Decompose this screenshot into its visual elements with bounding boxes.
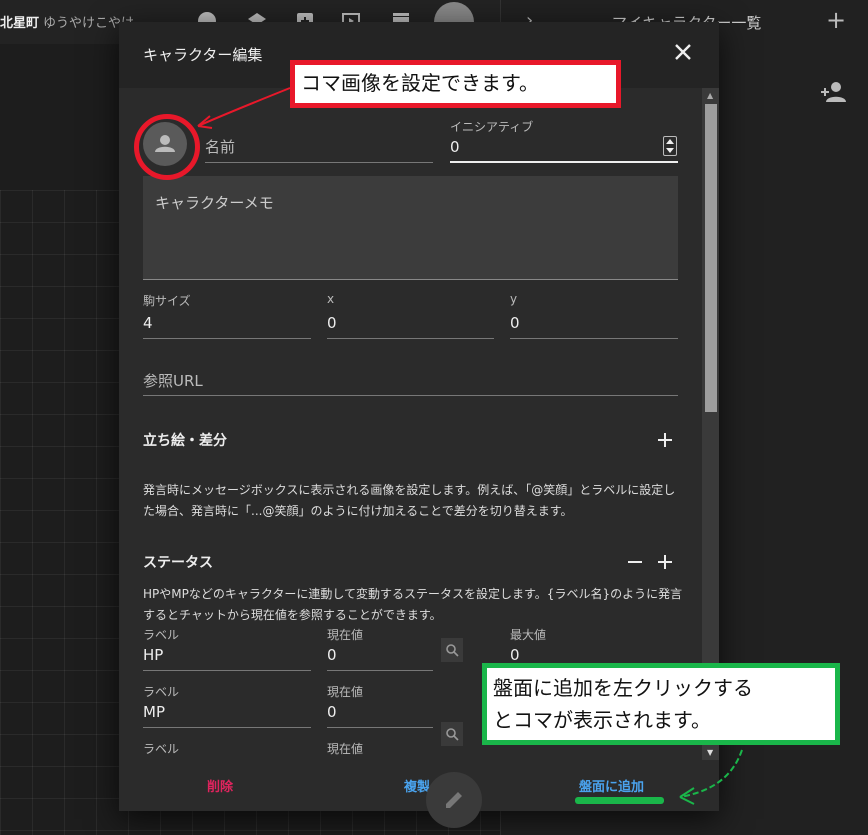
status-label-header: ラベル	[143, 742, 180, 756]
status-current-input[interactable]: 0	[327, 646, 337, 664]
name-input[interactable]: 名前	[205, 136, 235, 157]
annotation-green-callout: 盤面に追加を左クリックする とコマが表示されます。	[482, 663, 840, 745]
url-underline	[143, 395, 678, 396]
plus-icon[interactable]	[655, 552, 675, 572]
annotation-red-circle	[134, 114, 200, 180]
status-label-header: ラベル	[143, 628, 180, 642]
status-current-header: 現在値	[327, 742, 364, 756]
initiative-label: イニシアティブ	[450, 120, 534, 134]
status-section-title: ステータス	[143, 555, 213, 571]
close-icon[interactable]	[671, 40, 695, 64]
scroll-down-icon[interactable]: ▼	[707, 748, 713, 757]
y-label: y	[510, 292, 518, 306]
magnify-icon[interactable]	[441, 722, 463, 746]
initiative-spinner[interactable]	[663, 136, 677, 156]
status-label-header: ラベル	[143, 685, 180, 699]
annotation-red-callout: コマ画像を設定できます。	[290, 60, 621, 108]
add-user-icon[interactable]	[820, 80, 848, 104]
plus-icon[interactable]	[655, 430, 675, 450]
initiative-underline	[450, 161, 678, 163]
size-label: 駒サイズ	[143, 294, 191, 308]
status-max-input[interactable]: 0	[510, 646, 520, 664]
annotation-green-line1: 盤面に追加を左クリックする	[493, 676, 753, 700]
delete-button[interactable]: 削除	[207, 776, 233, 795]
annotation-green-underline	[575, 797, 664, 804]
name-underline	[205, 162, 433, 163]
dialog-title: キャラクター編集	[143, 46, 263, 64]
status-label-input[interactable]: HP	[143, 646, 163, 664]
status-current-input[interactable]: 0	[327, 703, 337, 721]
status-label-input[interactable]: MP	[143, 703, 165, 721]
table-row	[327, 670, 433, 671]
x-input[interactable]: 0	[327, 314, 337, 332]
status-current-header: 現在値	[327, 628, 364, 642]
minus-icon[interactable]	[625, 552, 645, 572]
table-row	[143, 670, 311, 671]
memo-placeholder: キャラクターメモ	[155, 194, 274, 212]
status-description: HPやMPなどのキャラクターに連動して変動するステータスを設定します。{ラベル名…	[143, 587, 683, 622]
room-title: 北星町 ゆうやけこやけ	[0, 12, 134, 31]
magnify-icon[interactable]	[441, 638, 463, 662]
scroll-up-icon[interactable]: ▲	[707, 91, 713, 100]
x-label: x	[327, 292, 335, 306]
add-to-board-button[interactable]: 盤面に追加	[579, 776, 644, 795]
memo-textarea[interactable]: キャラクターメモ	[143, 176, 678, 280]
dialog-body: 名前 イニシアティブ 0 キャラクターメモ 駒サイズ 4 x 0 y 0 参照U…	[119, 88, 719, 760]
size-underline	[143, 338, 311, 339]
url-input[interactable]: 参照URL	[143, 370, 203, 391]
scrollbar-thumb[interactable]	[705, 104, 717, 412]
annotation-green-line2: とコマが表示されます。	[493, 708, 711, 732]
room-name: 北星町	[0, 16, 40, 31]
size-input[interactable]: 4	[143, 314, 153, 332]
portrait-description: 発言時にメッセージボックスに表示される画像を設定します。例えば、「@笑顔」とラベ…	[143, 483, 676, 518]
status-max-header: 最大値	[510, 628, 547, 642]
initiative-input[interactable]: 0	[450, 138, 460, 156]
x-underline	[327, 338, 494, 339]
table-row	[143, 727, 311, 728]
pencil-icon[interactable]	[426, 772, 482, 828]
y-input[interactable]: 0	[510, 314, 520, 332]
y-underline	[510, 338, 678, 339]
plus-icon[interactable]: +	[826, 8, 846, 32]
status-current-header: 現在値	[327, 685, 364, 699]
portrait-section-title: 立ち絵・差分	[143, 433, 227, 449]
table-row	[327, 727, 433, 728]
